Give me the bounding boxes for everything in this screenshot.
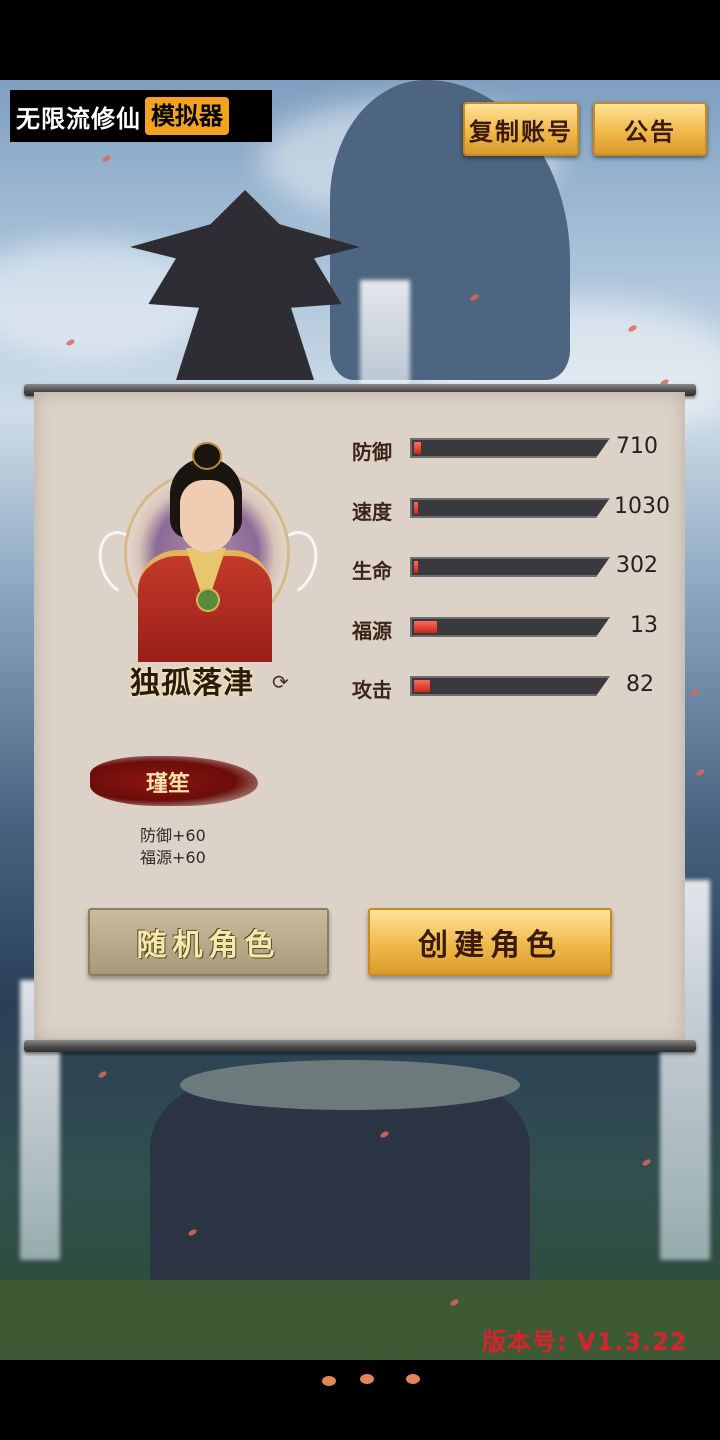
stat-bar — [410, 438, 610, 458]
stat-bar — [410, 676, 610, 696]
trait-effect: 防御+60 — [140, 826, 206, 845]
logo-tag: 模拟器 — [145, 97, 229, 135]
stat-value: 302 — [616, 553, 658, 578]
random-character-button[interactable]: 随机角色 — [88, 908, 329, 976]
stat-row-life: 生命 302 — [352, 553, 682, 583]
copy-account-button[interactable]: 复制账号 — [463, 102, 579, 156]
stat-row-speed: 速度 1030 — [352, 494, 682, 524]
stat-bar — [410, 617, 610, 637]
stat-bar-fill — [414, 442, 421, 454]
stat-value: 82 — [626, 672, 654, 697]
stat-value: 13 — [630, 613, 658, 638]
notice-button[interactable]: 公告 — [593, 102, 707, 156]
create-character-button[interactable]: 创建角色 — [368, 908, 612, 976]
scroll-bottom-rod — [24, 1040, 696, 1052]
stat-label: 攻击 — [352, 678, 392, 702]
stat-bar — [410, 557, 610, 577]
stat-label: 速度 — [352, 500, 392, 524]
character-portrait — [90, 440, 326, 662]
stat-value: 1030 — [614, 494, 670, 519]
nav-indicator — [322, 1372, 442, 1388]
stat-row-defense: 防御 710 — [352, 434, 682, 464]
trait-effect: 福源+60 — [140, 848, 206, 867]
refresh-icon[interactable]: ⟳ — [272, 672, 292, 692]
game-screen: 无限流修仙 模拟器 复制账号 公告 独孤落津 ⟳ 防御 710 速度 1030 … — [0, 0, 720, 1440]
stat-value: 710 — [616, 434, 658, 459]
stat-label: 福源 — [352, 619, 392, 643]
stat-label: 防御 — [352, 440, 392, 464]
game-logo: 无限流修仙 模拟器 — [10, 90, 272, 142]
stat-bar — [410, 498, 610, 518]
stat-bar-fill — [414, 502, 418, 514]
stat-row-attack: 攻击 82 — [352, 672, 682, 702]
stat-bar-fill — [414, 680, 430, 692]
stat-bar-fill — [414, 561, 418, 573]
stat-bar-fill — [414, 621, 437, 633]
stat-label: 生命 — [352, 559, 392, 583]
stat-row-fortune: 福源 13 — [352, 613, 682, 643]
version-label: 版本号: V1.3.22 — [482, 1328, 688, 1356]
trait-name: 瑾笙 — [146, 771, 191, 797]
logo-title: 无限流修仙 — [16, 104, 141, 133]
